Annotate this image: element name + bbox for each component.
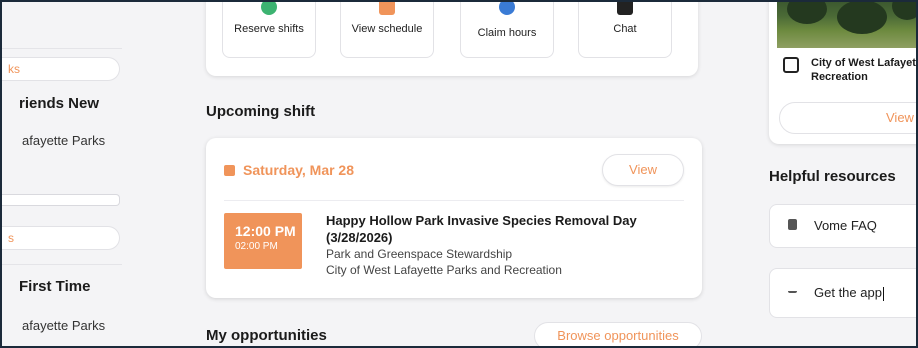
left-card-sub-1: afayette Parks (22, 133, 106, 148)
shift-date-row: Saturday, Mar 28 (224, 162, 354, 178)
app-frame: ks riends New afayette Parks s First Tim… (0, 0, 918, 348)
upcoming-shift-card: Saturday, Mar 28 View 12:00 PM 02:00 PM … (206, 138, 702, 298)
shift-end-time: 02:00 PM (235, 241, 278, 252)
view-schedule-button[interactable]: View schedule (340, 2, 434, 58)
reserve-shifts-button[interactable]: Reserve shifts (222, 2, 316, 58)
helpful-resources-title: Helpful resources (769, 168, 896, 185)
download-icon (788, 283, 797, 293)
divider (2, 48, 122, 49)
plus-circle-icon (261, 2, 277, 15)
calendar-icon (224, 164, 235, 176)
shift-time-badge: 12:00 PM 02:00 PM (224, 213, 302, 269)
left-card-title-1: riends New (19, 95, 100, 112)
left-pill-label-2: s (8, 231, 14, 245)
view-shift-button[interactable]: View (602, 154, 684, 186)
action-label: Reserve shifts (234, 23, 304, 35)
upcoming-shift-title: Upcoming shift (206, 103, 316, 120)
action-label: Chat (613, 23, 637, 35)
shift-date: Saturday, Mar 28 (243, 162, 355, 178)
chat-button[interactable]: Chat (578, 2, 672, 58)
text-cursor (882, 286, 884, 301)
left-card-sub-2: afayette Parks (22, 318, 106, 333)
document-icon (788, 219, 797, 230)
divider (2, 264, 122, 265)
resource-label: Get the app (814, 285, 884, 301)
shift-category: Park and Greenspace Stewardship (326, 247, 513, 261)
my-opportunities-title: My opportunities (206, 327, 327, 344)
shift-start-time: 12:00 PM (235, 223, 296, 239)
resource-get-the-app[interactable]: Get the app (769, 268, 916, 318)
shift-event-name[interactable]: Happy Hollow Park Invasive Species Remov… (326, 212, 686, 246)
left-pill-label-1: ks (8, 62, 20, 76)
divider (224, 200, 684, 201)
foliage-shape (787, 2, 827, 24)
resource-label-text: Get the app (814, 285, 882, 300)
organization-logo (783, 57, 799, 73)
action-label: Claim hours (477, 27, 537, 39)
organization-photo (777, 2, 916, 48)
left-card-title-2: First Time (19, 278, 91, 295)
foliage-shape (892, 2, 916, 20)
action-label: View schedule (351, 23, 423, 35)
clock-icon (499, 2, 515, 15)
organization-name-line2: Recreation (811, 71, 868, 83)
shift-info: Happy Hollow Park Invasive Species Remov… (326, 212, 686, 278)
left-progress-bar (2, 194, 120, 206)
view-organization-button[interactable]: View (779, 102, 916, 134)
foliage-shape (837, 2, 887, 34)
chat-icon (617, 2, 633, 15)
left-pill-button-1[interactable]: ks (2, 57, 120, 81)
organization-card: City of West Lafayet Recreation View (769, 2, 916, 144)
organization-name-line1: City of West Lafayet (811, 57, 916, 69)
claim-hours-button[interactable]: Claim hours (460, 2, 554, 58)
shift-organization: City of West Lafayette Parks and Recreat… (326, 263, 562, 277)
resource-label: Vome FAQ (814, 218, 877, 233)
left-sidebar: ks riends New afayette Parks s First Tim… (2, 2, 138, 346)
left-pill-button-2[interactable]: s (2, 226, 120, 250)
browse-opportunities-button[interactable]: Browse opportunities (534, 322, 702, 346)
organization-name: City of West Lafayet Recreation (811, 56, 916, 84)
resource-vome-faq[interactable]: Vome FAQ (769, 204, 916, 248)
calendar-icon (379, 2, 395, 15)
quick-actions-card: Reserve shifts View schedule Claim hours… (206, 2, 698, 76)
